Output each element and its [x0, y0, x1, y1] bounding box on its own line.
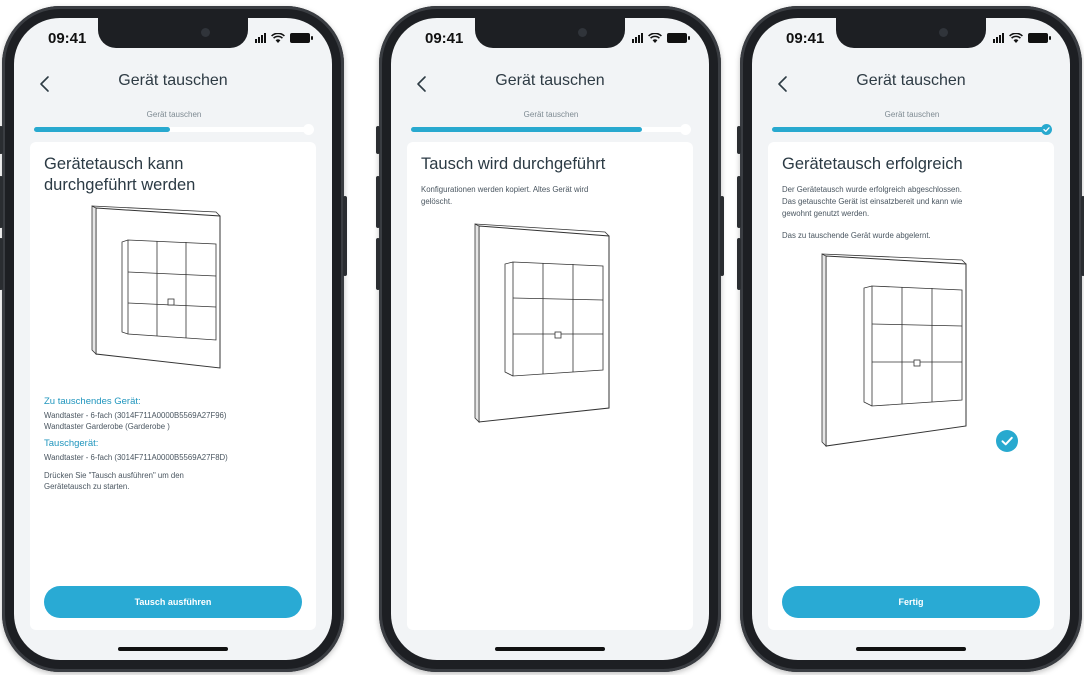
- navbar: Gerät tauschen: [14, 72, 332, 96]
- nav-title: Gerät tauschen: [856, 72, 966, 89]
- progress-indicator: Gerät tauschen: [34, 110, 314, 138]
- success-check-icon: [996, 430, 1018, 452]
- success-text-line4: Das zu tauschende Gerät wurde abgelernt.: [782, 231, 931, 240]
- signal-icon: [993, 33, 1004, 43]
- status-time: 09:41: [786, 30, 825, 47]
- navbar: Gerät tauschen: [391, 72, 709, 96]
- navbar: Gerät tauschen: [752, 72, 1070, 96]
- progress-fill: [34, 127, 170, 132]
- mute-switch: [737, 126, 741, 154]
- content-card: Tausch wird durchgeführt Konfigurationen…: [407, 142, 693, 630]
- old-device-line2: Wandtaster Garderobe (Garderobe ): [44, 422, 170, 431]
- status-bar: 09:41: [14, 30, 332, 50]
- progress-label: Gerät tauschen: [146, 110, 202, 119]
- card-title: Tausch wird durchgeführt: [421, 155, 606, 173]
- volume-down-button: [376, 238, 380, 290]
- new-device-heading: Tauschgerät:: [44, 438, 99, 449]
- nav-title: Gerät tauschen: [495, 72, 605, 89]
- progress-label: Gerät tauschen: [884, 110, 940, 119]
- wall-switch-illustration: [467, 218, 627, 428]
- volume-up-button: [376, 176, 380, 228]
- progress-label: Gerät tauschen: [523, 110, 579, 119]
- old-device-heading: Zu tauschendes Gerät:: [44, 396, 141, 407]
- home-indicator: [495, 647, 605, 651]
- hint-line1: Drücken Sie "Tausch ausführen" um den: [44, 471, 184, 480]
- content-card: Gerätetausch kann durchgeführt werden Zu…: [30, 142, 316, 630]
- battery-icon: [290, 33, 313, 43]
- home-indicator: [118, 647, 228, 651]
- success-text-line1: Der Gerätetausch wurde erfolgreich abges…: [782, 185, 962, 194]
- progress-indicator: Gerät tauschen: [772, 110, 1052, 138]
- status-time: 09:41: [425, 30, 464, 47]
- progress-fill: [411, 127, 643, 132]
- progress-track: [34, 127, 306, 132]
- volume-up-button: [0, 176, 3, 228]
- progress-end-dot: [680, 124, 691, 135]
- success-text-line2: Das getauschte Gerät ist einsatzbereit u…: [782, 197, 963, 206]
- done-button[interactable]: Fertig: [782, 586, 1040, 618]
- screen: 09:41 Gerät tauschen Gerät tauschen Gerä…: [14, 18, 332, 660]
- phone-screen-3: 09:41 Gerät tauschen Gerät tauschen Gerä…: [737, 6, 1084, 672]
- progress-track: [772, 127, 1044, 132]
- screen: 09:41 Gerät tauschen Gerät tauschen Taus…: [391, 18, 709, 660]
- execute-swap-button[interactable]: Tausch ausführen: [44, 586, 302, 618]
- progress-indicator: Gerät tauschen: [411, 110, 691, 138]
- signal-icon: [255, 33, 266, 43]
- status-bar: 09:41: [752, 30, 1070, 50]
- screen: 09:41 Gerät tauschen Gerät tauschen Gerä…: [752, 18, 1070, 660]
- battery-icon: [1028, 33, 1051, 43]
- hint-line2: Gerätetausch zu starten.: [44, 482, 130, 491]
- phone-screen-1: 09:41 Gerät tauschen Gerät tauschen Gerä…: [0, 6, 347, 672]
- wall-switch-illustration: [816, 250, 976, 460]
- power-button: [343, 196, 347, 276]
- mute-switch: [0, 126, 3, 154]
- power-button: [720, 196, 724, 276]
- nav-title: Gerät tauschen: [118, 72, 228, 89]
- card-title: Gerätetausch kann durchgeführt werden: [44, 155, 196, 194]
- status-time: 09:41: [48, 30, 87, 47]
- volume-down-button: [737, 238, 741, 290]
- progress-fill: [772, 127, 1044, 132]
- status-bar: 09:41: [391, 30, 709, 50]
- home-indicator: [856, 647, 966, 651]
- old-device-line1: Wandtaster - 6-fach (3014F711A0000B5569A…: [44, 411, 227, 420]
- phone-screen-2: 09:41 Gerät tauschen Gerät tauschen Taus…: [376, 6, 724, 672]
- content-card: Gerätetausch erfolgreich Der Gerätetausc…: [768, 142, 1054, 630]
- status-text-line1: Konfigurationen werden kopiert. Altes Ge…: [421, 185, 589, 194]
- card-title: Gerätetausch erfolgreich: [782, 155, 963, 173]
- new-device-line1: Wandtaster - 6-fach (3014F711A0000B5569A…: [44, 453, 228, 462]
- battery-icon: [667, 33, 690, 43]
- progress-end-dot: [303, 124, 314, 135]
- volume-down-button: [0, 238, 3, 290]
- success-text-line3: gewohnt genutzt werden.: [782, 209, 870, 218]
- status-text-line2: gelöscht.: [421, 197, 453, 206]
- wall-switch-illustration: [88, 204, 248, 374]
- progress-track: [411, 127, 683, 132]
- wifi-icon: [1009, 33, 1023, 43]
- volume-up-button: [737, 176, 741, 228]
- wifi-icon: [271, 33, 285, 43]
- signal-icon: [632, 33, 643, 43]
- progress-complete-check-icon: [1041, 124, 1052, 135]
- wifi-icon: [648, 33, 662, 43]
- mute-switch: [376, 126, 380, 154]
